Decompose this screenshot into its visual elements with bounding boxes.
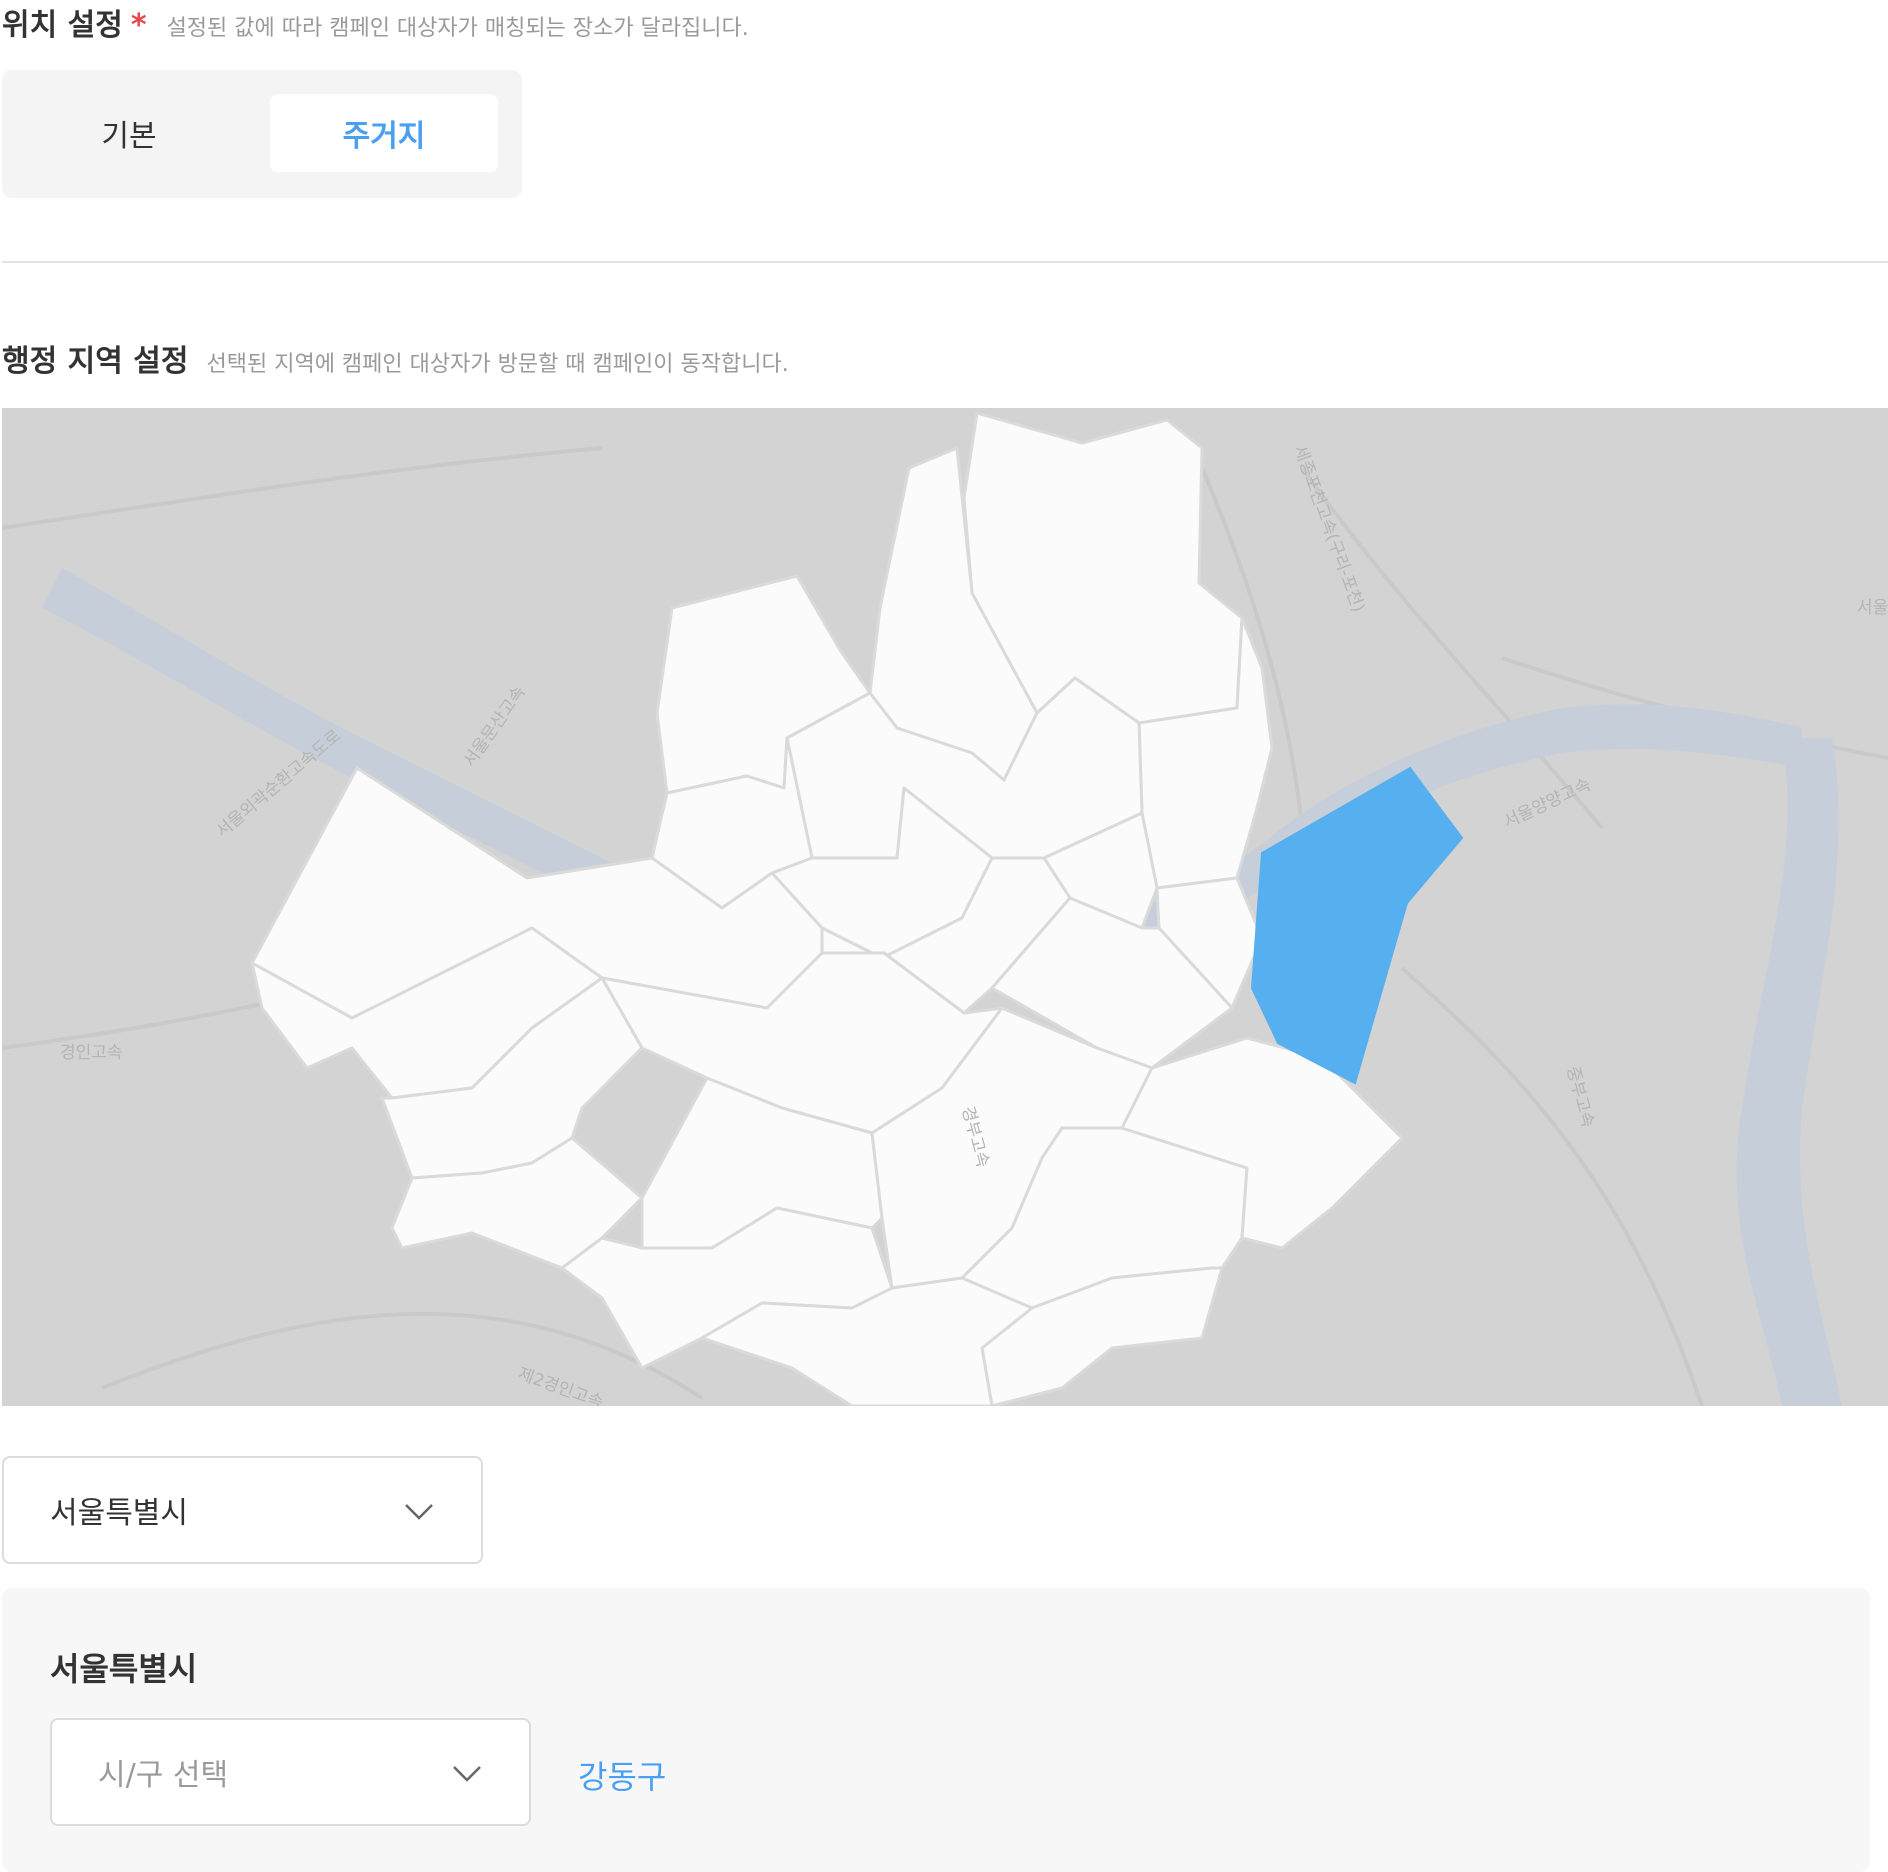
option-basic[interactable]: 기본 [14,94,244,172]
admin-region-title: 행정 지역 설정 [2,344,189,379]
section-divider [2,261,1888,263]
region-panel: 서울특별시 시/구 선택 강동구 [2,1588,1870,1872]
location-description: 설정된 값에 따라 캠페인 대상자가 매칭되는 장소가 달라집니다. [166,16,749,41]
region-map[interactable]: 서울외곽순환고속도로 서울문산고속 경인고속 세종포천고속(구리-포천) 서울양… [2,408,1888,1406]
admin-region-description: 선택된 지역에 캠페인 대상자가 방문할 때 캠페인이 동작합니다. [206,352,789,377]
admin-region-header: 행정 지역 설정 선택된 지역에 캠페인 대상자가 방문할 때 캠페인이 동작합… [2,336,789,379]
location-segmented-control: 기본 주거지 [2,70,522,198]
chevron-down-icon [451,1758,483,1793]
region-panel-title: 서울특별시 [50,1650,198,1688]
district-select-placeholder: 시/구 선택 [98,1758,229,1793]
district-select[interactable]: 시/구 선택 [50,1718,531,1826]
map-label-9: 서울 [1857,598,1888,618]
required-mark: * [130,8,147,43]
region-map-svg[interactable]: 서울외곽순환고속도로 서울문산고속 경인고속 세종포천고속(구리-포천) 서울양… [2,408,1888,1406]
chevron-down-icon [403,1496,435,1531]
city-select-value: 서울특별시 [50,1496,188,1531]
selected-district-chip[interactable]: 강동구 [578,1752,666,1798]
location-title: 위치 설정 [2,8,123,43]
city-select[interactable]: 서울특별시 [2,1456,483,1564]
option-residence[interactable]: 주거지 [270,94,498,172]
location-header: 위치 설정 * 설정된 값에 따라 캠페인 대상자가 매칭되는 장소가 달라집니… [2,0,749,43]
map-label-3: 경인고속 [60,1043,123,1063]
